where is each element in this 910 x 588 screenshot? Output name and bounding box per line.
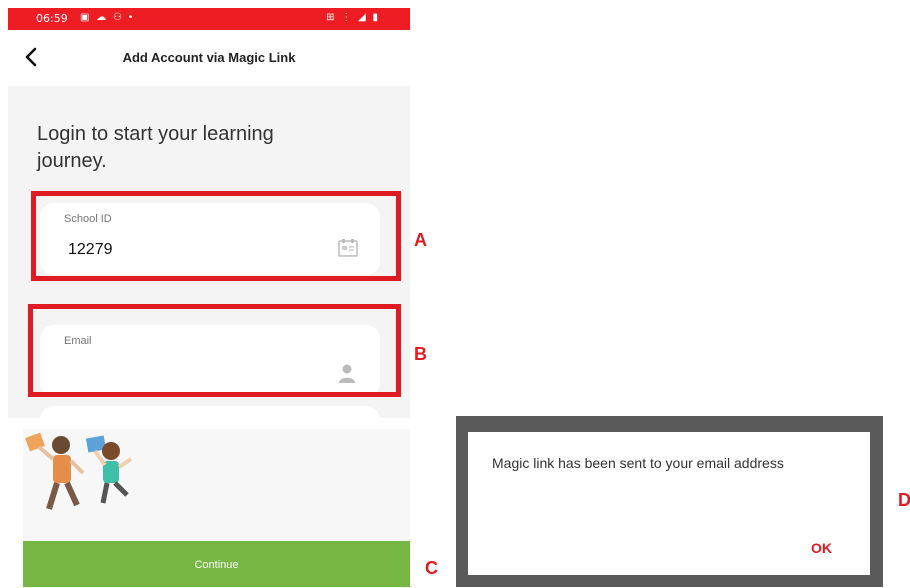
continue-button[interactable]: Continue (23, 541, 410, 587)
status-notification-icons: ▣ ☁ ⚇ • (80, 12, 135, 23)
annotation-label-c: C (425, 558, 438, 578)
login-headline: Login to start your learning journey. (37, 123, 274, 172)
status-bar: 06:59 ▣ ☁ ⚇ • ⊞ ⋮ ◢ ▮ (8, 8, 410, 30)
annotation-label-a: A (414, 230, 427, 250)
annotation-box-b (28, 304, 401, 397)
status-time: 06:59 (36, 12, 68, 25)
page-title: Add Account via Magic Link (122, 50, 296, 65)
illustration-panel (23, 429, 410, 541)
app-header: Add Account via Magic Link (8, 30, 410, 86)
status-system-icons: ⊞ ⋮ ◢ ▮ (326, 12, 380, 23)
annotation-label-b: B (414, 344, 427, 364)
dialog-backdrop: Magic link has been sent to your email a… (456, 416, 883, 587)
magic-link-dialog: Magic link has been sent to your email a… (468, 432, 870, 575)
dialog-message: Magic link has been sent to your email a… (492, 455, 784, 471)
annotation-box-a (31, 191, 401, 281)
annotation-label-d: D (898, 490, 910, 510)
students-jumping-illustration (25, 432, 133, 510)
cut-off-field (40, 406, 380, 418)
ok-button[interactable]: OK (811, 540, 832, 556)
